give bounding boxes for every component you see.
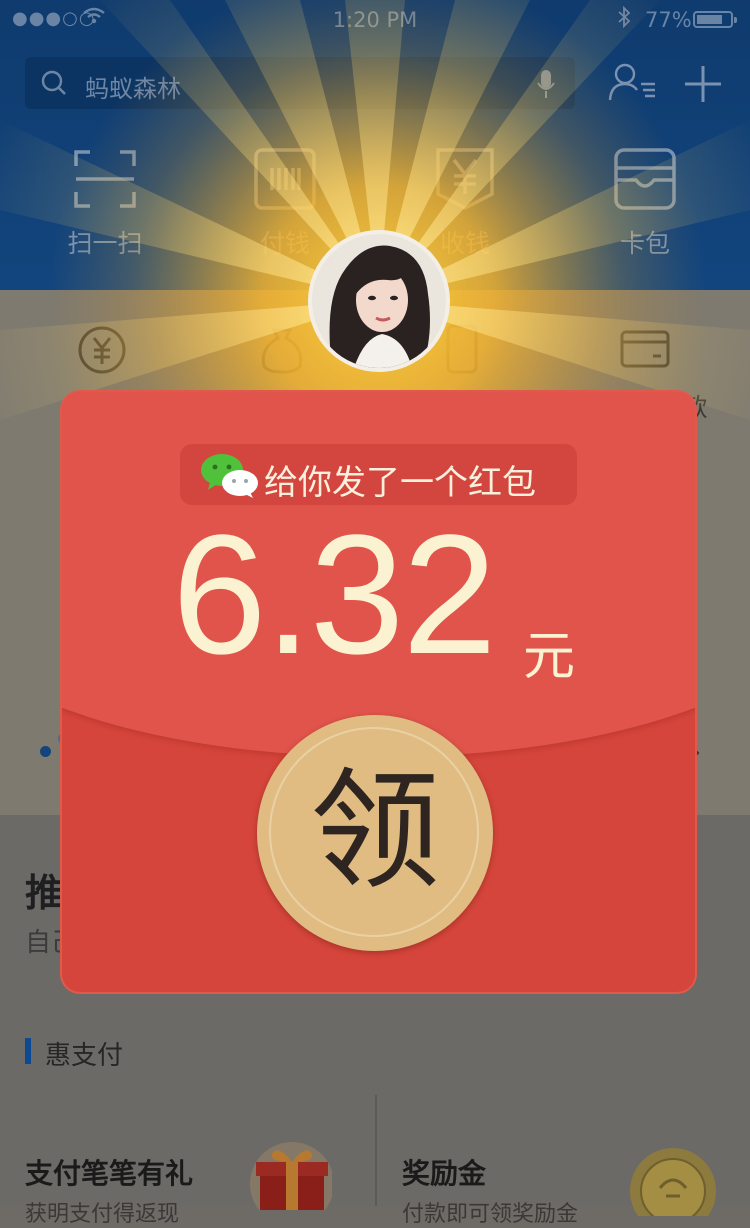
section-accent-bar <box>25 1038 31 1064</box>
search-input[interactable]: 蚂蚁森林 <box>25 57 575 109</box>
wechat-icon <box>201 454 258 498</box>
scan-label: 扫一扫 <box>67 229 143 258</box>
scan-button[interactable]: 扫一扫 <box>15 140 195 270</box>
clock: 1:20 PM <box>332 8 418 32</box>
red-envelope-card: 给你发了一个红包 6.32 元 领 <box>62 392 695 992</box>
contacts-icon[interactable] <box>607 62 659 102</box>
promo-subtitle: 获明支付得返现 <box>25 1202 180 1227</box>
transfer-yen-icon <box>78 326 126 374</box>
battery-percent: 77% <box>645 8 692 32</box>
amount-unit: 元 <box>523 627 576 687</box>
sender-message: 给你发了一个红包 <box>264 463 536 503</box>
claim-button[interactable]: 领 <box>257 715 493 951</box>
section-title: 惠支付 <box>45 1041 124 1071</box>
receive-yen-icon <box>436 148 494 210</box>
battery-icon <box>693 11 737 28</box>
microphone-icon[interactable] <box>537 69 555 99</box>
gift-box-icon[interactable] <box>250 1140 332 1210</box>
recommend-title: 推 <box>25 871 64 915</box>
add-icon[interactable] <box>683 64 723 104</box>
pay-barcode-icon <box>254 148 316 210</box>
card-wallet-button[interactable]: 卡包 <box>555 140 735 270</box>
search-icon <box>41 70 66 95</box>
card-wallet-icon <box>614 148 676 210</box>
avatar[interactable] <box>312 234 446 368</box>
phone-icon <box>446 324 478 374</box>
promo-subtitle: 付款即可领奖励金 <box>402 1202 579 1227</box>
bluetooth-icon <box>617 5 631 33</box>
promo-title[interactable]: 奖励金 <box>402 1152 486 1192</box>
promo-divider <box>375 1095 377 1206</box>
page-dot-active <box>40 746 51 757</box>
scan-icon <box>74 150 136 208</box>
status-bar: ●●●○○ 1:20 PM 77% <box>0 0 750 40</box>
amount-value: 6.32 <box>172 500 497 690</box>
search-keyword: 蚂蚁森林 <box>85 75 181 103</box>
avatar-photo <box>312 234 446 368</box>
card-wallet-label: 卡包 <box>619 229 670 258</box>
sender-label: 给你发了一个红包 <box>180 444 577 505</box>
credit-card-icon <box>620 330 670 368</box>
promo-title[interactable]: 支付笔笔有礼 <box>25 1152 193 1192</box>
money-bag-icon <box>261 328 303 374</box>
claim-label: 领 <box>309 755 440 907</box>
